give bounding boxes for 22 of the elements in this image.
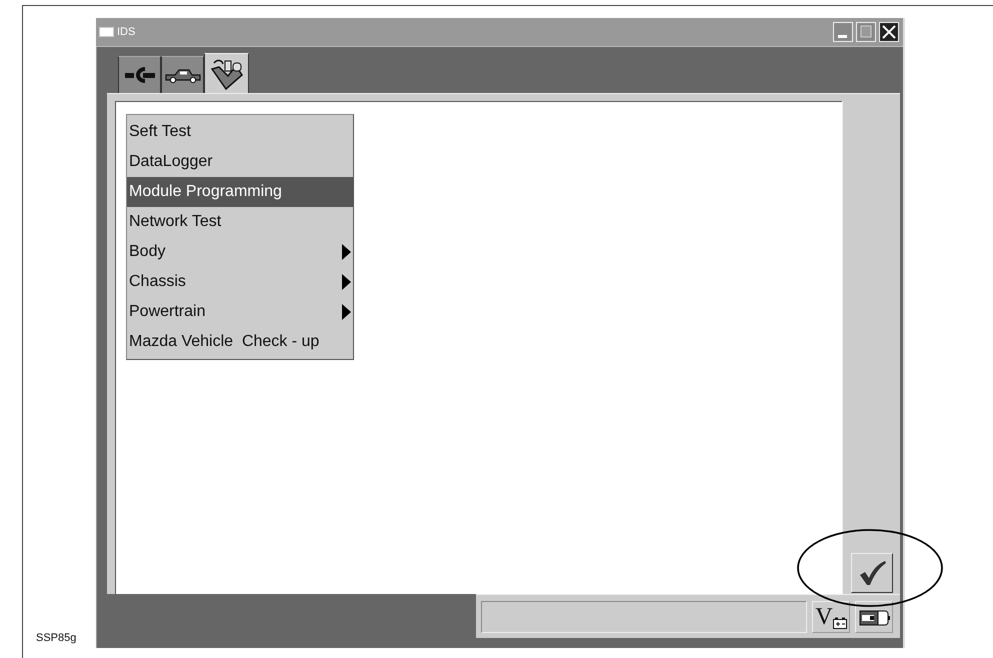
menu-item[interactable]: Network Test — [127, 207, 353, 237]
menu-item[interactable]: Chassis — [127, 267, 353, 297]
menu-item[interactable]: Mazda Vehicle Check - up — [127, 327, 353, 357]
menu-item[interactable]: Powertrain — [127, 297, 353, 327]
connector-icon — [122, 64, 156, 86]
tab[interactable] — [161, 56, 204, 93]
tab[interactable] — [118, 56, 161, 93]
minimize-icon[interactable] — [833, 22, 853, 42]
window-icon — [99, 27, 114, 37]
battery-button[interactable] — [855, 600, 893, 632]
voltage-button[interactable]: V — [812, 600, 850, 632]
menu-item[interactable]: Seft Test — [127, 117, 353, 147]
toolbox-icon — [208, 56, 244, 90]
menu-item[interactable]: Module Programming — [127, 177, 353, 207]
menu-item[interactable]: Body — [127, 237, 353, 267]
battery-icon — [832, 616, 847, 628]
figure-caption: SSP85g — [36, 632, 76, 644]
close-icon[interactable] — [879, 22, 899, 42]
checkmark-icon — [858, 560, 886, 586]
confirm-button[interactable] — [850, 553, 892, 593]
menu-item[interactable]: DataLogger — [127, 147, 353, 177]
window-title: IDS — [117, 26, 136, 38]
